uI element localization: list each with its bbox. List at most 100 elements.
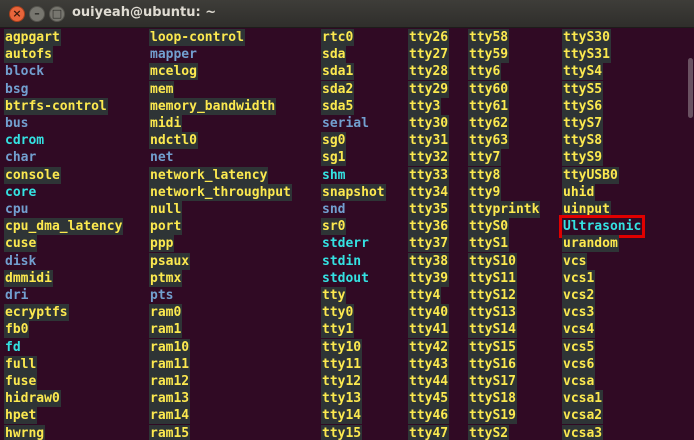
window-title: ouiyeah@ubuntu: ~ bbox=[72, 5, 217, 20]
device-entry: vcs bbox=[562, 252, 588, 270]
device-entry: tty46 bbox=[408, 407, 450, 425]
device-entry: agpgart bbox=[4, 29, 61, 46]
device-entry: ecryptfs bbox=[4, 304, 69, 322]
device-entry: vcs4 bbox=[562, 321, 596, 339]
device-entry: tty62 bbox=[468, 115, 510, 132]
device-entry: tty27 bbox=[408, 46, 450, 64]
device-entry: ram1 bbox=[149, 321, 183, 339]
device-entry: vcsa1 bbox=[562, 390, 604, 408]
device-entry: tty45 bbox=[408, 390, 450, 408]
device-entry: ram12 bbox=[149, 373, 191, 390]
device-entry: tty38 bbox=[408, 252, 450, 270]
terminal-output[interactable]: agpgart autofs block bsg btrfs-control bus cdr… bbox=[0, 28, 686, 440]
device-entry: tty32 bbox=[408, 149, 450, 167]
device-entry: tty36 bbox=[408, 218, 450, 236]
device-entry: stderr bbox=[322, 236, 369, 252]
device-entry: tty11 bbox=[321, 355, 363, 373]
device-entry: vcs6 bbox=[562, 355, 596, 373]
device-entry: vcs1 bbox=[562, 269, 596, 287]
device-entry: dmmidi bbox=[4, 269, 53, 287]
device-entry: tty bbox=[321, 287, 347, 304]
device-entry: tty0 bbox=[321, 304, 355, 322]
device-entry: cuse bbox=[4, 235, 38, 253]
device-entry: psaux bbox=[149, 252, 191, 270]
device-entry: mapper bbox=[150, 47, 197, 63]
device-entry: ptmx bbox=[149, 269, 183, 287]
device-entry: cpu bbox=[5, 202, 29, 217]
device-entry: ttyS15 bbox=[468, 338, 517, 356]
maximize-icon[interactable]: □ bbox=[49, 6, 65, 22]
device-entry: tty4 bbox=[408, 287, 442, 304]
device-entry: ttyS11 bbox=[468, 269, 517, 287]
device-entry: ttyS16 bbox=[468, 355, 517, 373]
device-entry: ttyprintk bbox=[468, 201, 541, 218]
device-entry: tty31 bbox=[408, 132, 450, 150]
scrollbar-thumb[interactable] bbox=[688, 58, 693, 118]
device-entry: ttyS8 bbox=[562, 132, 604, 150]
device-entry: cdrom bbox=[5, 133, 45, 149]
minimize-icon[interactable]: – bbox=[29, 6, 45, 22]
title-bar[interactable]: × – □ ouiyeah@ubuntu: ~ bbox=[0, 0, 694, 28]
device-entry: block bbox=[5, 64, 45, 80]
device-entry: hpet bbox=[4, 407, 38, 425]
device-entry: network_throughput bbox=[149, 183, 292, 201]
device-entry: ttyS6 bbox=[562, 97, 604, 115]
device-entry: tty40 bbox=[408, 304, 450, 322]
device-entry: ttyS7 bbox=[562, 115, 604, 132]
device-entry: sr0 bbox=[321, 218, 347, 236]
device-entry: dri bbox=[5, 288, 29, 303]
scrollbar[interactable] bbox=[686, 28, 694, 440]
device-entry: autofs bbox=[4, 46, 53, 64]
device-entry: rtc0 bbox=[321, 29, 355, 46]
device-entry: ttyS18 bbox=[468, 390, 517, 408]
device-entry: tty59 bbox=[468, 46, 510, 64]
device-entry: sda5 bbox=[321, 97, 355, 115]
device-entry: tty33 bbox=[408, 166, 450, 184]
device-entry: bsg bbox=[5, 81, 29, 97]
device-entry: ram13 bbox=[149, 390, 191, 408]
device-entry: hwrng bbox=[4, 424, 46, 440]
close-icon[interactable]: × bbox=[9, 6, 25, 22]
device-entry: ppp bbox=[149, 235, 175, 253]
device-entry: tty10 bbox=[321, 338, 363, 356]
device-entry: ttyS10 bbox=[468, 252, 517, 270]
device-entry: uhid bbox=[562, 183, 596, 201]
device-entry: cpu_dma_latency bbox=[4, 218, 124, 236]
device-entry: tty15 bbox=[321, 424, 363, 440]
device-entry: sda1 bbox=[321, 63, 355, 81]
device-entry: ttyS19 bbox=[468, 407, 517, 425]
device-entry: ttyS12 bbox=[468, 287, 517, 304]
device-entry: ttyS13 bbox=[468, 304, 517, 322]
device-entry: fd bbox=[5, 339, 21, 355]
device-entry: snd bbox=[322, 202, 346, 217]
device-entry: btrfs-control bbox=[4, 97, 108, 115]
device-entry: pts bbox=[150, 288, 174, 303]
device-entry: null bbox=[149, 201, 183, 218]
device-entry: ram10 bbox=[149, 338, 191, 356]
device-entry: tty29 bbox=[408, 80, 450, 98]
device-entry: tty39 bbox=[408, 269, 450, 287]
device-entry: tty13 bbox=[321, 390, 363, 408]
device-entry: tty37 bbox=[408, 235, 450, 253]
device-entry: mem bbox=[149, 80, 175, 98]
device-entry: stdout bbox=[322, 270, 369, 286]
device-entry: vcs2 bbox=[562, 287, 596, 304]
device-entry: network_latency bbox=[149, 166, 269, 184]
device-entry: ram14 bbox=[149, 407, 191, 425]
device-entry: vcs5 bbox=[562, 338, 596, 356]
device-entry: tty1 bbox=[321, 321, 355, 339]
device-entry: midi bbox=[149, 115, 183, 132]
device-entry: ttyS14 bbox=[468, 321, 517, 339]
device-entry: ttyS1 bbox=[468, 235, 510, 253]
device-entry: full bbox=[4, 355, 38, 373]
highlighted-device-entry: Ultrasonic bbox=[558, 215, 646, 239]
device-entry: console bbox=[4, 166, 61, 184]
device-entry: uinput bbox=[562, 201, 611, 218]
device-entry: tty61 bbox=[468, 97, 510, 115]
terminal-window: × – □ ouiyeah@ubuntu: ~ agpgart autofs blo… bbox=[0, 0, 694, 440]
device-entry: ram11 bbox=[149, 355, 191, 373]
device-entry: fb0 bbox=[4, 321, 30, 339]
device-entry: net bbox=[150, 150, 174, 166]
device-entry: tty9 bbox=[468, 183, 502, 201]
device-entry: tty28 bbox=[408, 63, 450, 81]
